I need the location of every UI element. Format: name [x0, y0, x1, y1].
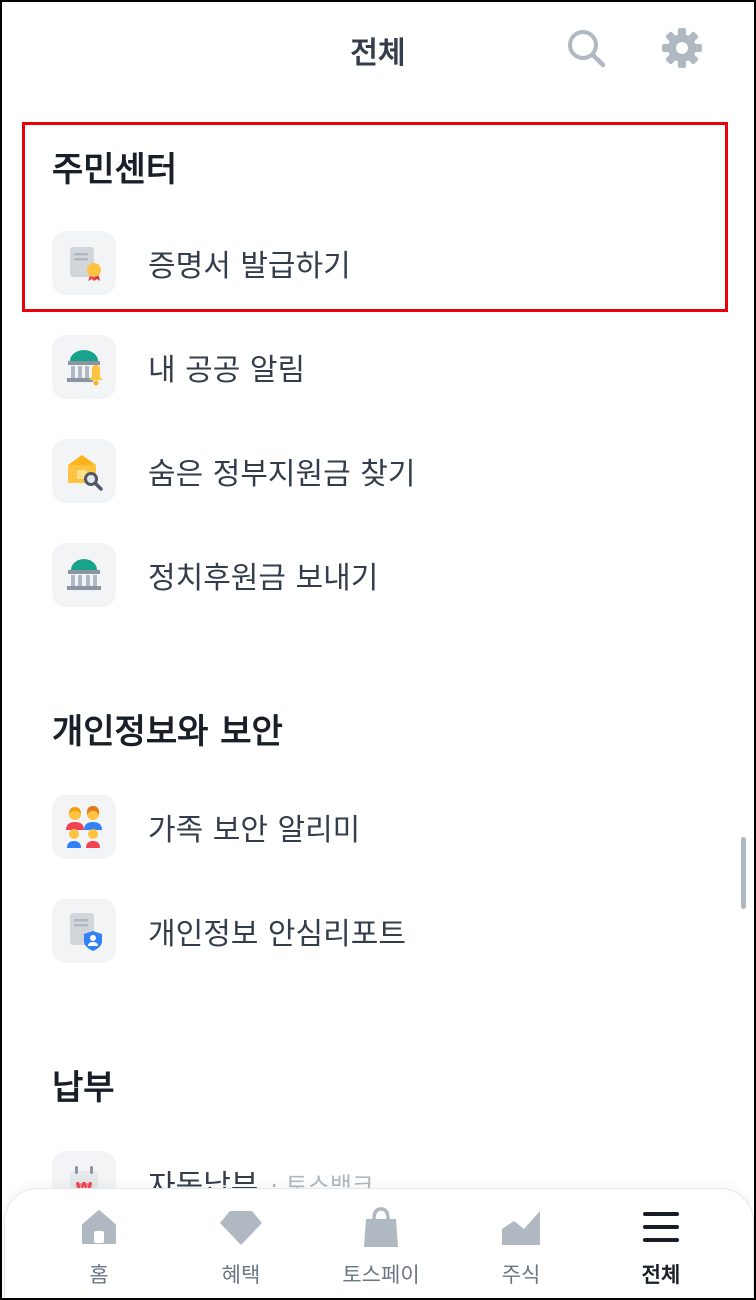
- home-icon: [39, 1203, 159, 1251]
- nav-label: 혜택: [221, 1263, 261, 1287]
- section-title-privacy-security: 개인정보와 보안: [52, 712, 283, 752]
- nav-label: 전체: [641, 1263, 681, 1287]
- page-title: 전체: [350, 36, 406, 71]
- family-icon: [52, 795, 116, 859]
- privacy-report-icon: [52, 899, 116, 963]
- bottom-nav: 홈 혜택 토스페이 주식 전체: [4, 1188, 754, 1298]
- scrollbar[interactable]: [741, 837, 746, 909]
- menu-icon: [601, 1203, 721, 1251]
- certificate-icon: [52, 231, 116, 295]
- menu-item-certificate[interactable]: 증명서 발급하기: [52, 228, 732, 298]
- menu-item-label: 가족 보안 알리미: [148, 813, 361, 848]
- settings-button[interactable]: [656, 22, 708, 74]
- menu-item-label: 숨은 정부지원금 찾기: [148, 457, 416, 492]
- diamond-icon: [181, 1203, 301, 1251]
- nav-all[interactable]: 전체: [601, 1203, 721, 1298]
- building-search-icon: [52, 439, 116, 503]
- menu-item-political-donation[interactable]: 정치후원금 보내기: [52, 540, 732, 610]
- government-bell-icon: [52, 335, 116, 399]
- shopping-bag-icon: [321, 1203, 441, 1251]
- menu-item-family-security[interactable]: 가족 보안 알리미: [52, 792, 732, 862]
- section-title-resident-center: 주민센터: [52, 150, 178, 190]
- menu-item-sublabel: · 토스뱅크: [270, 1171, 374, 1190]
- section-title-payment: 납부: [52, 1068, 115, 1108]
- nav-label: 주식: [501, 1263, 541, 1287]
- screen-frame: 전체 주민센터 증명서 발급하기 내 공공 알림 숨은 정부지원금 찾기 정치후…: [0, 0, 756, 1300]
- menu-item-public-alerts[interactable]: 내 공공 알림: [52, 332, 732, 402]
- menu-content: 주민센터 증명서 발급하기 내 공공 알림 숨은 정부지원금 찾기 정치후원금 …: [2, 94, 754, 1189]
- menu-item-label: 내 공공 알림: [148, 353, 306, 388]
- menu-item-hidden-subsidy[interactable]: 숨은 정부지원금 찾기: [52, 436, 732, 506]
- search-button[interactable]: [560, 22, 612, 74]
- nav-stocks[interactable]: 주식: [461, 1203, 581, 1298]
- menu-item-auto-payment[interactable]: ₩ 자동납부 · 토스뱅크: [52, 1148, 732, 1189]
- top-header: 전체: [2, 2, 754, 94]
- menu-item-privacy-report[interactable]: 개인정보 안심리포트: [52, 896, 732, 966]
- nav-label: 홈: [89, 1263, 109, 1287]
- nav-benefits[interactable]: 혜택: [181, 1203, 301, 1298]
- menu-item-label: 자동납부: [148, 1169, 259, 1189]
- nav-label: 토스페이: [342, 1263, 420, 1287]
- nav-home[interactable]: 홈: [39, 1203, 159, 1298]
- search-icon: [568, 30, 606, 68]
- stock-chart-icon: [461, 1203, 581, 1251]
- menu-item-label: 증명서 발급하기: [148, 249, 351, 284]
- gear-icon: [662, 28, 702, 68]
- menu-item-label: 개인정보 안심리포트: [148, 917, 406, 952]
- nav-tosspay[interactable]: 토스페이: [321, 1203, 441, 1298]
- won-calendar-icon: ₩: [52, 1151, 116, 1189]
- government-building-icon: [52, 543, 116, 607]
- menu-item-label: 정치후원금 보내기: [148, 561, 379, 596]
